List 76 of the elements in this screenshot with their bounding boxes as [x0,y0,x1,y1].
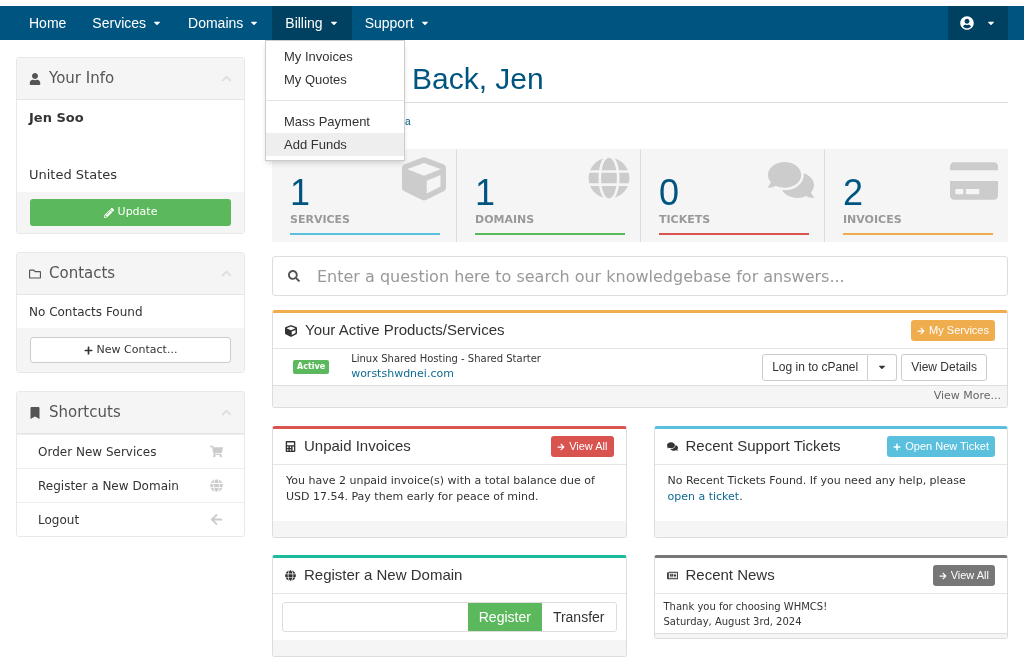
status-badge: Active [293,360,330,374]
new-contact-button[interactable]: New Contact... [30,337,231,363]
user-icon [29,72,41,85]
shortcut-link[interactable]: Logout [17,502,244,536]
dropdown-menu-item[interactable]: My Quotes [266,68,404,91]
panel-title: Contacts [49,263,116,285]
newspaper-icon [666,570,678,581]
shortcut-link[interactable]: Order New Services [17,434,244,468]
client-country: United States [29,165,119,184]
stat-label: INVOICES [843,212,903,228]
stat-tile[interactable]: 2 INVOICES [824,149,1008,242]
breadcrumb-link[interactable]: a [405,116,411,127]
panel-title: Shortcuts [49,402,121,424]
nav-menu-item[interactable]: Billing [272,6,352,40]
nav-menu-item[interactable]: Services [79,6,176,40]
stat-value: 0 [659,174,680,212]
bookmark-icon [29,406,41,419]
panel-title: Your Info [49,68,115,90]
collapse-icon [221,73,232,84]
client-name: Jen Soo [29,109,85,127]
header-button[interactable]: View All [932,565,995,586]
plus-icon [893,442,902,451]
collapse-icon [221,268,232,279]
stat-value: 1 [290,174,311,212]
shortcut-link[interactable]: Register a New Domain [17,468,244,502]
pencil-icon [103,207,114,218]
collapse-icon [221,407,232,418]
arrow-left-icon [210,513,223,526]
search-icon [288,270,300,282]
cube-icon [285,324,297,337]
tickets-message: No Recent Tickets Found. If you need any help, please open a ticket. [667,473,967,505]
stat-value: 1 [475,174,496,212]
dropdown-menu-item[interactable]: Mass Payment [266,110,404,133]
panel-title: Your Active Products/Services [305,320,505,341]
view-details-button[interactable]: View Details [901,353,987,381]
calculator-icon [285,441,296,452]
nav-menu-item[interactable]: Domains [175,6,273,40]
stat-label: TICKETS [659,212,712,228]
product-name: Linux Shared Hosting - Shared Starter [351,352,542,367]
arrow-right-icon [938,571,947,580]
empty-message: No Contacts Found [29,303,143,321]
panel-title: Recent News [685,565,775,586]
user-icon [960,16,974,30]
login-options-button[interactable] [868,353,898,381]
panel-title: Register a New Domain [304,565,463,586]
page-title: Back, Jen [412,62,544,96]
globe-icon [588,157,630,199]
stat-tile[interactable]: 0 TICKETS [640,149,824,242]
panel-title: Unpaid Invoices [304,436,411,457]
stat-value: 2 [843,174,864,212]
stat-label: SERVICES [290,212,352,228]
invoice-message: You have 2 unpaid invoice(s) with a total balance due of USD 17.54. Pay them early for peace of mind. [286,473,596,505]
view-more-link[interactable]: View More... [933,388,1001,405]
account-menu-button[interactable] [948,6,1008,40]
domain-link[interactable]: worstshwdnei.com [351,366,763,383]
panel-title: Recent Support Tickets [685,436,841,457]
stat-tile[interactable]: 1 DOMAINS [456,149,640,242]
chat-bubbles-icon [666,441,678,452]
plus-icon [83,345,93,355]
cart-icon [210,445,223,458]
knowledgebase-search-field[interactable]: Enter a question here to search our knowledgebase for answers... [272,256,1008,296]
stat-label: DOMAINS [475,212,536,228]
nav-menu-item[interactable]: Home [16,6,80,40]
header-button[interactable]: View All [551,436,614,457]
cube-icon [402,157,446,201]
arrow-right-icon [917,326,926,335]
nav-menu-item[interactable]: Support [351,6,443,40]
dropdown-menu-item[interactable]: Add Funds [266,133,404,156]
news-title[interactable]: Thank you for choosing WHMCS! [663,599,998,614]
news-date: Saturday, August 3rd, 2024 [663,615,803,629]
globe-icon [210,479,223,492]
dropdown-menu-item[interactable]: My Invoices [266,45,404,68]
login-cpanel-button[interactable]: Log in to cPanel [762,353,869,381]
globe-icon [285,570,296,581]
folder-icon [29,267,41,280]
arrow-right-icon [557,442,566,451]
